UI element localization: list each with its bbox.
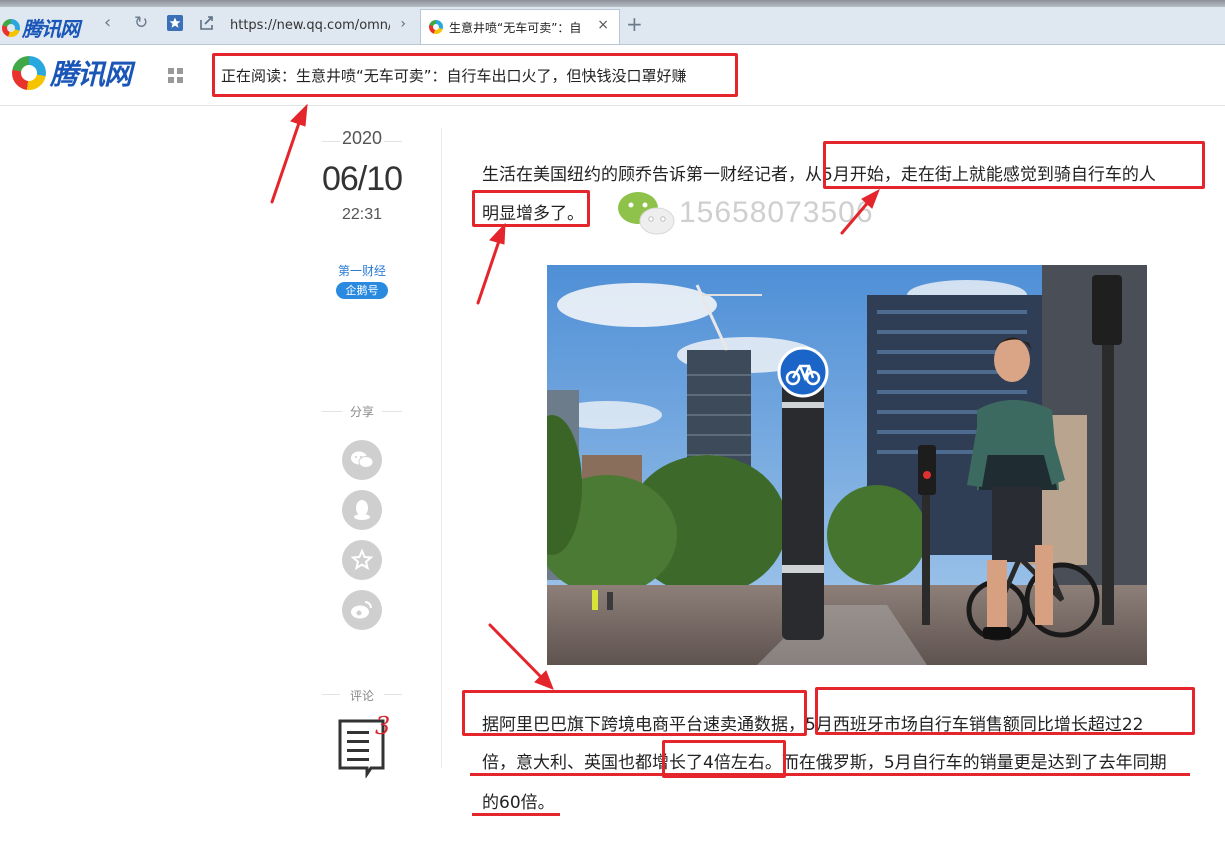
comment-count: 3 (375, 712, 391, 740)
highlight-box (823, 141, 1205, 189)
qq-penguin-icon (354, 500, 370, 520)
paragraph-2-line-3: 的60倍。 (482, 793, 555, 813)
share-weibo-button[interactable] (342, 590, 382, 630)
qq-logo-icon (2, 18, 20, 37)
publish-date: 06/10 (321, 160, 403, 198)
penguin-badge[interactable]: 企鹅号 (336, 282, 388, 299)
back-button[interactable]: ‹ (104, 14, 111, 32)
wechat-icon (351, 451, 374, 468)
weibo-icon (351, 601, 372, 619)
now-reading-title[interactable]: 正在阅读：生意井喷“无车可卖”：自行车出口火了，但快钱没口罩好赚 (221, 65, 687, 86)
highlight-box (462, 690, 807, 736)
tab-active[interactable]: 生意井喷“无车可卖”：自 × (420, 9, 620, 44)
tencent-logo-icon (12, 56, 46, 90)
share-label: 分享 (342, 403, 382, 420)
site-header: 腾讯网 正在阅读：生意井喷“无车可卖”：自行车出口火了，但快钱没口罩好赚 (0, 45, 1225, 106)
new-tab-button[interactable]: + (626, 12, 643, 36)
tab-close-icon[interactable]: × (597, 17, 609, 33)
watermark-number: 15658073506 (679, 196, 874, 229)
column-divider (441, 128, 442, 768)
apps-grid-icon[interactable] (168, 68, 183, 83)
article-photo[interactable] (547, 265, 1147, 665)
highlight-box (815, 687, 1195, 735)
share-wechat-button[interactable] (342, 440, 382, 480)
tab-title: 生意井喷“无车可卖”：自 (449, 21, 582, 35)
comment-label: 评论 (349, 689, 374, 703)
highlight-box (472, 190, 590, 227)
browser-home-logo[interactable]: 腾讯网 (2, 13, 80, 42)
publish-year: 2020 (341, 128, 383, 148)
tab-favicon-icon (429, 20, 443, 34)
now-reading-highlight: 正在阅读：生意井喷“无车可卖”：自行车出口火了，但快钱没口罩好赚 (212, 53, 738, 97)
paragraph-2-line-2: 倍，意大利、英国也都增长了4倍左右。而在俄罗斯，5月自行车的销量更是达到了去年同… (482, 753, 1167, 773)
publish-time: 22:31 (341, 206, 383, 223)
browser-tab-strip: 腾讯网 ‹ ↻ https://new.qq.com/omn/20 › 生意井喷… (0, 0, 1225, 45)
address-dropdown-icon[interactable]: › (400, 16, 406, 32)
address-bar[interactable]: https://new.qq.com/omn/20 › (222, 10, 412, 40)
refresh-button[interactable]: ↻ (134, 14, 148, 32)
bookmark-star-icon[interactable] (166, 14, 184, 36)
wechat-watermark-icon (618, 192, 675, 235)
share-page-icon[interactable] (198, 14, 215, 35)
underline-mark (470, 773, 1190, 776)
source-link[interactable]: 第一财经 (322, 262, 402, 279)
address-bar-url: https://new.qq.com/omn/20 (230, 18, 390, 33)
underline-mark (472, 813, 560, 816)
share-favorite-button[interactable] (342, 540, 382, 580)
watermark: 15658073506 (615, 188, 874, 238)
browser-logo-text: 腾讯网 (22, 17, 80, 41)
star-icon (351, 549, 373, 571)
site-logo[interactable]: 腾讯网 (12, 53, 132, 93)
share-qq-button[interactable] (342, 490, 382, 530)
site-logo-text: 腾讯网 (50, 58, 132, 91)
